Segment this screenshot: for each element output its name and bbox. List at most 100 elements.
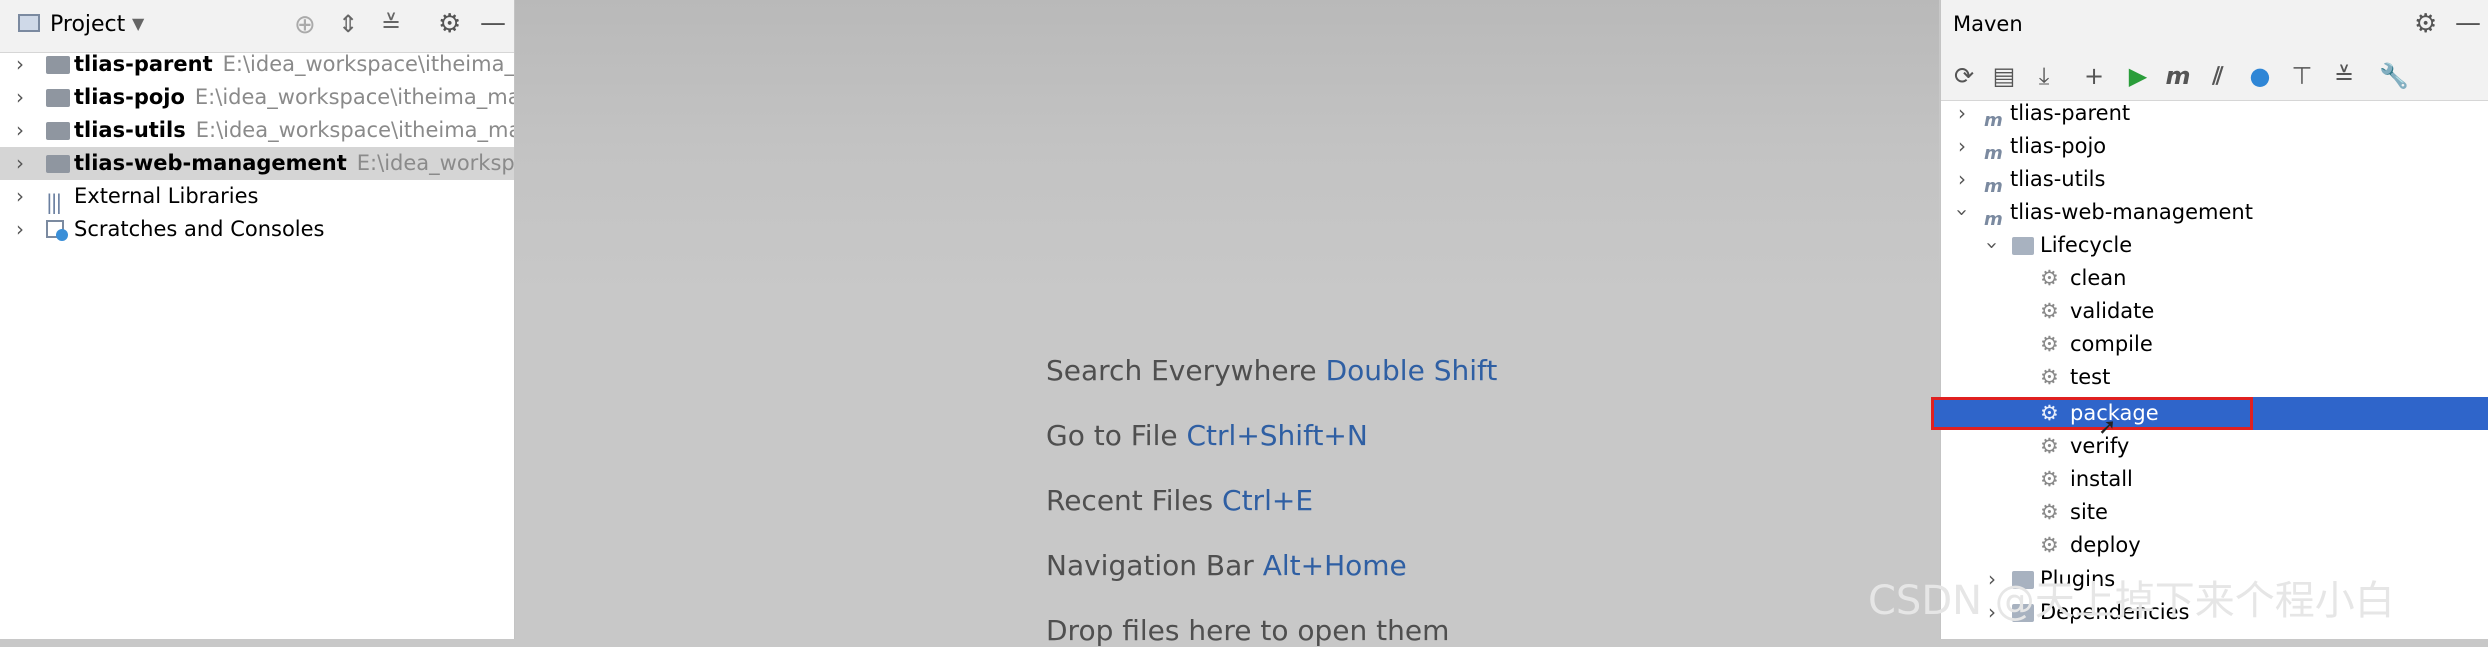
run-icon[interactable]: ▶ <box>2121 60 2155 92</box>
project-item-name: Scratches and Consoles <box>74 217 325 241</box>
offline-mode-icon[interactable]: ● <box>2243 60 2277 92</box>
generate-sources-icon[interactable]: ▤ <box>1987 60 2021 92</box>
chevron-right-icon[interactable]: › <box>10 114 30 147</box>
project-title[interactable]: Project <box>50 12 125 37</box>
goal-label: compile <box>2070 332 2153 356</box>
execute-goal-icon[interactable]: m <box>2161 60 2195 92</box>
goal-label: verify <box>2070 434 2130 458</box>
module-folder-icon <box>46 89 70 107</box>
maven-project-name: tlias-parent <box>2010 101 2131 125</box>
gear-icon: ⚙ <box>2040 500 2059 524</box>
project-item-path: E:\idea_workspace\itheima_maven_ <box>194 85 515 109</box>
expand-all-icon[interactable]: ⇕ <box>338 10 358 38</box>
hint-label: Drop files here to open them <box>1046 614 1450 647</box>
gear-icon: ⚙ <box>2040 434 2059 458</box>
tree-row-tlias-parent[interactable]: › tlias-parent E:\idea_workspace\itheima_… <box>0 48 514 81</box>
lifecycle-goal-compile[interactable]: ⚙ compile <box>1940 328 2488 361</box>
project-item-name: tlias-utils <box>74 118 186 142</box>
tree-row-external-libraries[interactable]: › ||| External Libraries <box>0 180 514 214</box>
scratches-badge-icon <box>56 229 68 241</box>
reload-icon[interactable]: ⟳ <box>1947 60 1981 92</box>
lifecycle-goal-clean[interactable]: ⚙ clean <box>1940 262 2488 295</box>
add-icon[interactable]: + <box>2077 60 2111 92</box>
module-folder-icon <box>46 122 70 140</box>
maven-project-tlias-web-management[interactable]: › m tlias-web-management <box>1940 196 2488 230</box>
chevron-down-icon[interactable]: › <box>1946 203 1979 223</box>
locate-icon[interactable]: ⊕ <box>294 10 316 40</box>
minimize-icon[interactable]: — <box>480 8 506 38</box>
maven-project-tlias-pojo[interactable]: › m tlias-pojo <box>1940 130 2488 164</box>
tree-row-tlias-web-management[interactable]: › tlias-web-management E:\idea_workspace\… <box>0 147 514 180</box>
chevron-right-icon[interactable]: › <box>10 213 30 246</box>
project-item-path: E:\idea_workspace\itheima_mave <box>222 52 515 76</box>
gear-icon: ⚙ <box>2040 332 2059 356</box>
wrench-icon[interactable]: 🔧 <box>2377 60 2411 92</box>
gear-icon[interactable]: ⚙ <box>2414 9 2437 39</box>
lifecycle-folder-icon <box>2012 237 2034 255</box>
lifecycle-goal-deploy[interactable]: ⚙ deploy <box>1940 529 2488 562</box>
hint-search-everywhere: Search Everywhere Double Shift <box>1046 354 1497 387</box>
watermark: CSDN @天上掉下来个程小白 <box>1868 578 2395 624</box>
project-item-name: tlias-pojo <box>74 85 185 109</box>
maven-project-tlias-utils[interactable]: › m tlias-utils <box>1940 163 2488 197</box>
maven-project-name: tlias-pojo <box>2010 134 2107 158</box>
minimize-icon[interactable]: — <box>2455 8 2481 38</box>
hint-shortcut: Double Shift <box>1325 354 1498 387</box>
hint-shortcut: Ctrl+E <box>1222 484 1314 517</box>
project-item-name: External Libraries <box>74 184 259 208</box>
gear-icon[interactable]: ⚙ <box>438 9 461 39</box>
hint-drop-files: Drop files here to open them <box>1046 614 1449 647</box>
project-item-name: tlias-web-management <box>74 151 347 175</box>
lifecycle-goal-test[interactable]: ⚙ test <box>1940 361 2488 394</box>
goal-label: site <box>2070 500 2108 524</box>
lifecycle-label: Lifecycle <box>2040 233 2133 257</box>
goal-label: clean <box>2070 266 2127 290</box>
chevron-down-icon[interactable]: › <box>1976 236 2009 256</box>
project-header: Project ▼ ⊕ ⇕ ≚ ⚙ — <box>0 0 514 53</box>
editor-area[interactable] <box>515 0 1939 639</box>
chevron-down-icon[interactable]: ▼ <box>132 14 144 33</box>
maven-title: Maven <box>1953 12 2023 36</box>
lifecycle-goal-install[interactable]: ⚙ install <box>1940 463 2488 496</box>
skip-tests-icon[interactable]: ⫽ <box>2201 60 2235 92</box>
tree-row-scratches[interactable]: › Scratches and Consoles <box>0 213 514 246</box>
project-item-path: E:\idea_workspace\itheima_maven_ <box>195 118 514 142</box>
lifecycle-node[interactable]: › Lifecycle <box>1940 229 2488 262</box>
chevron-right-icon[interactable]: › <box>10 81 30 114</box>
chevron-right-icon[interactable]: › <box>1952 130 1972 163</box>
lifecycle-goal-validate[interactable]: ⚙ validate <box>1940 295 2488 328</box>
project-view-icon <box>18 14 40 32</box>
collapse-all-icon[interactable]: ≚ <box>381 10 401 38</box>
hint-label: Recent Files <box>1046 484 1214 517</box>
download-icon[interactable]: ⤓ <box>2027 60 2061 92</box>
collapse-all-icon[interactable]: ≚ <box>2327 60 2361 92</box>
chevron-right-icon[interactable]: › <box>10 180 30 213</box>
goal-label: validate <box>2070 299 2155 323</box>
highlight-box <box>1931 397 2253 430</box>
gear-icon: ⚙ <box>2040 533 2059 557</box>
project-item-path: E:\idea_workspace\i <box>356 151 515 175</box>
gear-icon: ⚙ <box>2040 266 2059 290</box>
hint-label: Search Everywhere <box>1046 354 1317 387</box>
lifecycle-goal-site[interactable]: ⚙ site <box>1940 496 2488 529</box>
chevron-right-icon[interactable]: › <box>10 147 30 180</box>
maven-toolbar: ⟳ ▤ ⤓ + ▶ m ⫽ ● ⊤ ≚ 🔧 <box>1941 52 2488 101</box>
gear-icon: ⚙ <box>2040 365 2059 389</box>
hint-label: Navigation Bar <box>1046 549 1254 582</box>
maven-project-tlias-parent[interactable]: › m tlias-parent <box>1940 97 2488 131</box>
goal-label: test <box>2070 365 2111 389</box>
tree-row-tlias-utils[interactable]: › tlias-utils E:\idea_workspace\itheima_m… <box>0 114 514 147</box>
chevron-right-icon[interactable]: › <box>10 48 30 81</box>
maven-project-name: tlias-utils <box>2010 167 2106 191</box>
show-dependencies-icon[interactable]: ⊤ <box>2285 60 2319 92</box>
goal-label: install <box>2070 467 2133 491</box>
lifecycle-goal-verify[interactable]: ⚙ verify <box>1940 430 2488 463</box>
maven-header: Maven ⚙ — <box>1941 0 2488 52</box>
project-item-name: tlias-parent <box>74 52 213 76</box>
module-folder-icon <box>46 56 70 74</box>
tree-row-tlias-pojo[interactable]: › tlias-pojo E:\idea_workspace\itheima_ma… <box>0 81 514 114</box>
maven-project-name: tlias-web-management <box>2010 200 2253 224</box>
hint-navigation-bar: Navigation Bar Alt+Home <box>1046 549 1407 582</box>
chevron-right-icon[interactable]: › <box>1952 97 1972 130</box>
chevron-right-icon[interactable]: › <box>1952 163 1972 196</box>
